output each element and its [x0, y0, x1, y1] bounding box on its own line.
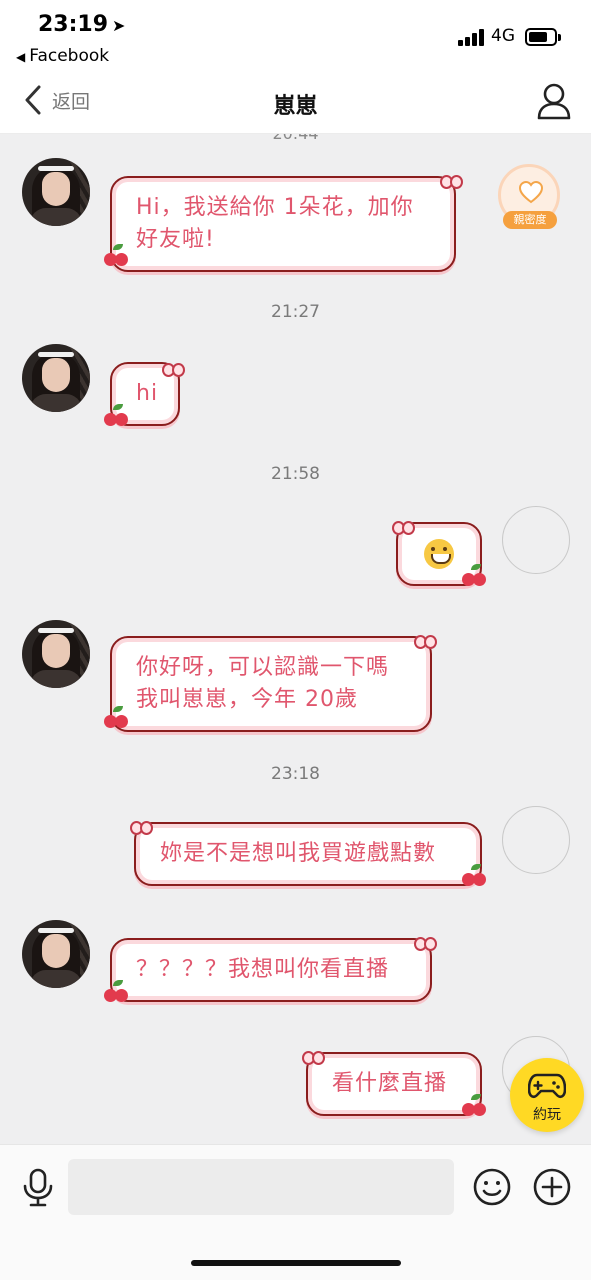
timestamp: 21:58: [271, 464, 320, 484]
timestamp-partial: 20:44: [0, 134, 591, 143]
avatar[interactable]: [22, 344, 90, 412]
bow-decoration-icon: [130, 818, 153, 836]
bow-decoration-icon: [392, 518, 415, 536]
bow-decoration-icon: [302, 1048, 325, 1066]
bow-decoration-icon: [162, 360, 185, 378]
grinning-face-emoji-icon: [424, 539, 454, 569]
gamepad-icon: [528, 1073, 566, 1099]
cherry-decoration-icon: [462, 864, 488, 886]
home-indicator: [191, 1260, 401, 1266]
status-bar: 23:19 ➤ ◀ Facebook 4G: [0, 0, 591, 70]
status-time: 23:19 ➤: [38, 12, 126, 37]
play-together-button[interactable]: 約玩: [510, 1058, 584, 1132]
chat-area[interactable]: 20:44 Hi，我送給你 1朵花，加你 好友啦! 親密度 21:27 hi 2…: [0, 134, 591, 1144]
signal-icon: [458, 28, 486, 46]
nav-bar: 返回 崽崽: [0, 70, 591, 134]
message-bubble[interactable]: 你好呀，可以認識一下嗎 我叫崽崽，今年 20歲: [110, 636, 432, 732]
message-input[interactable]: [68, 1159, 454, 1215]
avatar[interactable]: [22, 158, 90, 226]
microphone-icon[interactable]: [20, 1167, 56, 1207]
timestamp: 23:18: [271, 764, 320, 784]
cherry-decoration-icon: [462, 1094, 488, 1116]
avatar[interactable]: [22, 620, 90, 688]
bow-decoration-icon: [414, 934, 437, 952]
self-avatar[interactable]: [502, 506, 570, 574]
message-bubble[interactable]: ？？？？我想叫你看直播: [110, 938, 432, 1002]
bow-decoration-icon: [440, 172, 463, 190]
cherry-decoration-icon: [104, 244, 130, 266]
cherry-decoration-icon: [462, 564, 488, 586]
intimacy-badge[interactable]: 親密度: [498, 164, 560, 229]
self-avatar[interactable]: [502, 806, 570, 874]
message-bubble[interactable]: 看什麼直播: [306, 1052, 482, 1116]
battery-icon: [525, 28, 561, 46]
avatar[interactable]: [22, 920, 90, 988]
profile-icon[interactable]: [536, 82, 572, 120]
cherry-decoration-icon: [104, 980, 130, 1002]
chat-title: 崽崽: [273, 94, 318, 119]
location-arrow-icon: ➤: [112, 16, 126, 35]
cherry-decoration-icon: [104, 706, 130, 728]
back-triangle-icon: ◀: [16, 50, 26, 64]
back-to-app-link[interactable]: ◀ Facebook: [16, 46, 109, 66]
bow-decoration-icon: [414, 632, 437, 650]
timestamp: 21:27: [271, 302, 320, 322]
network-type: 4G: [491, 26, 515, 46]
plus-icon[interactable]: [532, 1167, 572, 1207]
cherry-decoration-icon: [104, 404, 130, 426]
smiley-icon[interactable]: [472, 1167, 512, 1207]
message-bubble[interactable]: Hi，我送給你 1朵花，加你 好友啦!: [110, 176, 456, 272]
message-bubble[interactable]: 妳是不是想叫我買遊戲點數: [134, 822, 482, 886]
heart-icon: [519, 181, 543, 204]
